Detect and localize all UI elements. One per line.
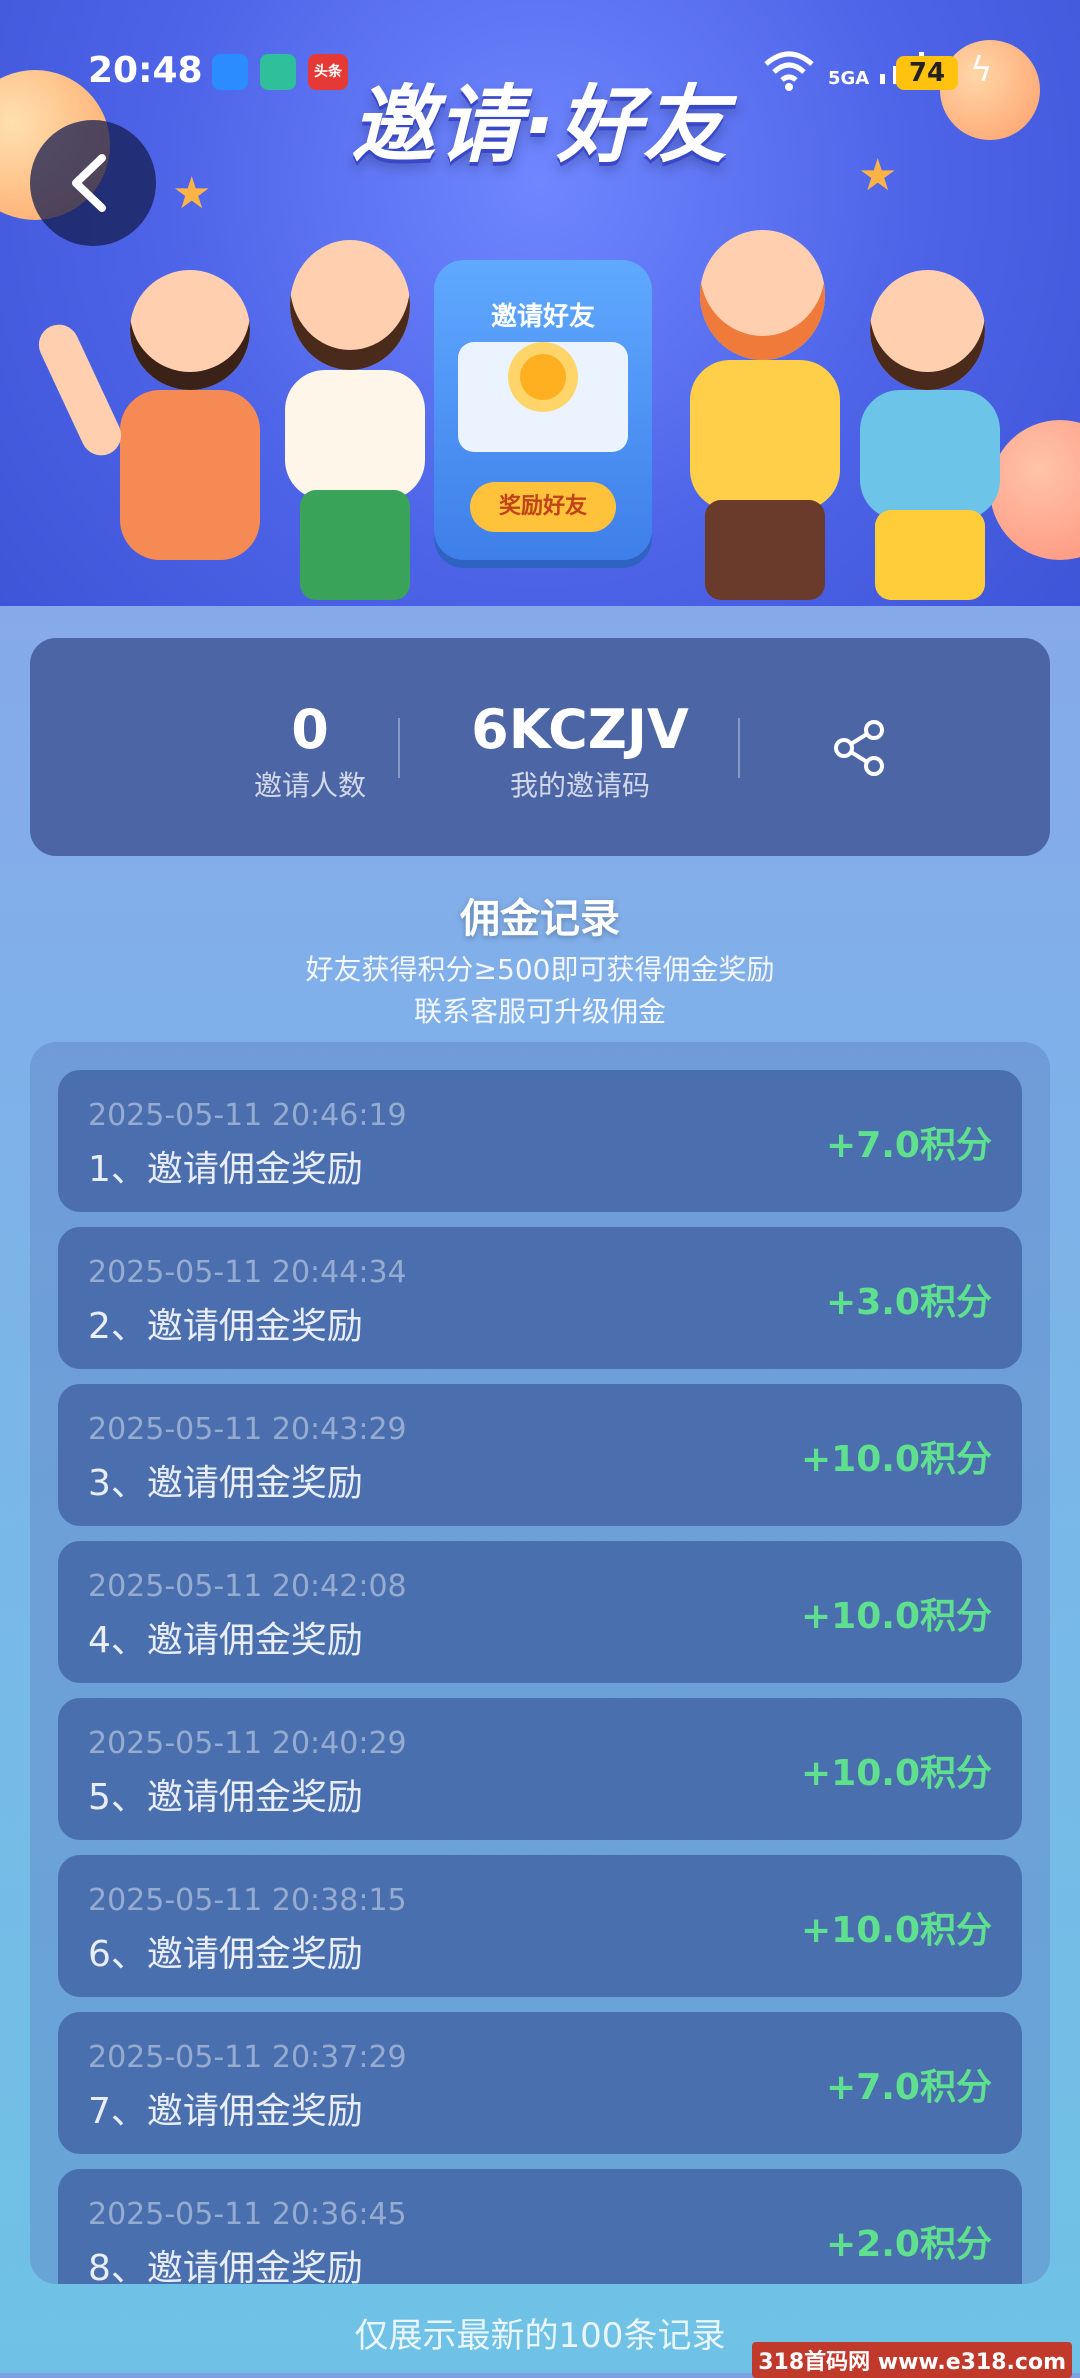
record-time: 2025-05-11 20:46:19 <box>88 1098 407 1133</box>
network-type: 5GA <box>828 68 870 89</box>
list-item: 2025-05-11 20:36:45 8、邀请佣金奖励 +2.0积分 <box>58 2169 1022 2284</box>
record-name: 7、邀请佣金奖励 <box>88 2091 363 2132</box>
invite-code-value[interactable]: 6KCZJV <box>440 700 720 760</box>
list-item: 2025-05-11 20:37:29 7、邀请佣金奖励 +7.0积分 <box>58 2012 1022 2154</box>
record-name: 6、邀请佣金奖励 <box>88 1934 363 1975</box>
battery-indicator: 74 <box>896 56 958 90</box>
toutiao-badge-label: 头条 <box>314 64 342 80</box>
record-name: 8、邀请佣金奖励 <box>88 2248 363 2284</box>
record-name: 1、邀请佣金奖励 <box>88 1149 363 1190</box>
record-time: 2025-05-11 20:44:34 <box>88 1255 407 1290</box>
record-amount: +10.0积分 <box>801 1910 992 1951</box>
record-name: 3、邀请佣金奖励 <box>88 1463 363 1504</box>
record-amount: +2.0积分 <box>826 2224 992 2265</box>
list-item: 2025-05-11 20:40:29 5、邀请佣金奖励 +10.0积分 <box>58 1698 1022 1840</box>
hero-banner: ★ ★ 邀请好友 奖励好友 邀请·好友 20:48 头条 5GA 74 ϟ <box>0 0 1080 606</box>
divider <box>398 718 400 778</box>
back-button[interactable] <box>30 120 156 246</box>
phone-card-button: 奖励好友 <box>470 482 616 532</box>
list-item: 2025-05-11 20:42:08 4、邀请佣金奖励 +10.0积分 <box>58 1541 1022 1683</box>
record-amount: +10.0积分 <box>801 1753 992 1794</box>
list-item: 2025-05-11 20:46:19 1、邀请佣金奖励 +7.0积分 <box>58 1070 1022 1212</box>
invite-count-value: 0 <box>291 698 329 761</box>
record-time: 2025-05-11 20:42:08 <box>88 1569 407 1604</box>
character-boy-left <box>250 220 460 600</box>
record-name: 5、邀请佣金奖励 <box>88 1777 363 1818</box>
record-amount: +3.0积分 <box>826 1282 992 1323</box>
record-time: 2025-05-11 20:36:45 <box>88 2197 407 2232</box>
chevron-left-icon <box>72 154 106 212</box>
record-time: 2025-05-11 20:38:15 <box>88 1883 407 1918</box>
character-girl-right <box>820 250 1030 600</box>
toutiao-app-icon: 头条 <box>308 54 348 90</box>
battery-level: 74 <box>908 58 946 88</box>
commission-subtitle: 好友获得积分≥500即可获得佣金奖励 <box>305 953 775 986</box>
status-bar: 20:48 头条 5GA 74 ϟ <box>0 40 1080 104</box>
commission-title: 佣金记录 <box>460 896 620 942</box>
record-name: 2、邀请佣金奖励 <box>88 1306 363 1347</box>
invite-summary-card: 0 邀请人数 6KCZJV 我的邀请码 <box>30 638 1050 856</box>
navigation-app-icon <box>212 54 248 90</box>
list-item: 2025-05-11 20:44:34 2、邀请佣金奖励 +3.0积分 <box>58 1227 1022 1369</box>
wifi-icon <box>764 51 814 91</box>
invite-count-label: 邀请人数 <box>253 769 366 802</box>
commission-records-list[interactable]: 2025-05-11 20:46:19 1、邀请佣金奖励 +7.0积分 2025… <box>30 1042 1050 2284</box>
record-time: 2025-05-11 20:37:29 <box>88 2040 407 2075</box>
status-time: 20:48 <box>88 50 203 91</box>
divider <box>738 718 740 778</box>
download-icon <box>260 54 296 90</box>
phone-card-title: 邀请好友 <box>490 302 595 332</box>
invite-code-stat[interactable]: 6KCZJV 我的邀请码 <box>440 700 720 804</box>
share-icon <box>834 720 884 776</box>
commission-subtitle-2: 联系客服可升级佣金 <box>413 995 666 1028</box>
coin-icon <box>520 354 566 400</box>
invite-phone-illustration: 邀请好友 奖励好友 <box>434 260 652 560</box>
record-name: 4、邀请佣金奖励 <box>88 1620 363 1661</box>
record-amount: +10.0积分 <box>801 1596 992 1637</box>
list-item: 2025-05-11 20:38:15 6、邀请佣金奖励 +10.0积分 <box>58 1855 1022 1997</box>
charging-icon: ϟ <box>970 50 993 90</box>
record-time: 2025-05-11 20:40:29 <box>88 1726 407 1761</box>
list-item: 2025-05-11 20:43:29 3、邀请佣金奖励 +10.0积分 <box>58 1384 1022 1526</box>
record-time: 2025-05-11 20:43:29 <box>88 1412 407 1447</box>
record-amount: +7.0积分 <box>826 2067 992 2108</box>
phone-card-panel <box>458 342 628 452</box>
invite-count-stat: 0 邀请人数 <box>220 700 400 804</box>
share-button[interactable] <box>824 712 896 784</box>
invite-code-label: 我的邀请码 <box>509 769 650 802</box>
record-amount: +10.0积分 <box>801 1439 992 1480</box>
record-amount: +7.0积分 <box>826 1125 992 1166</box>
